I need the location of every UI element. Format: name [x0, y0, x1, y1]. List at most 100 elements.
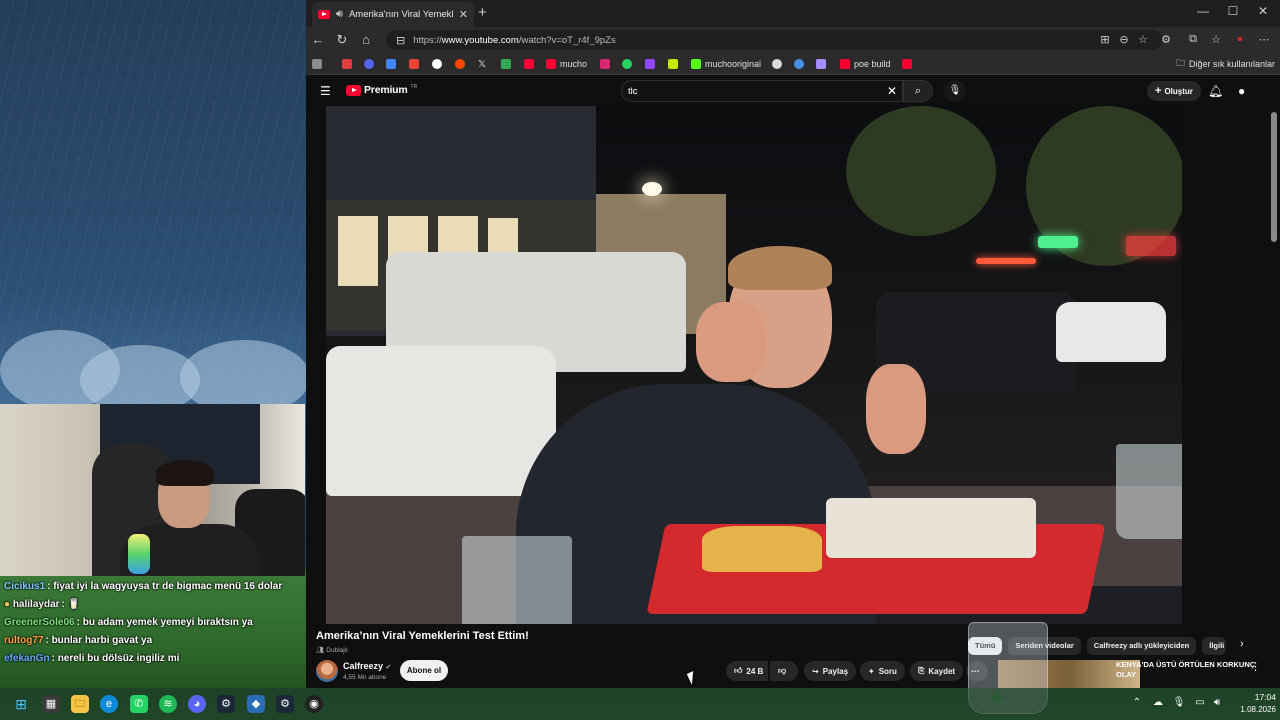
street-lamp	[642, 182, 662, 196]
profile-icon[interactable]: ●	[1233, 33, 1247, 45]
steam-icon[interactable]: ⚙	[276, 695, 294, 713]
app-icon[interactable]: ⊞	[1098, 33, 1112, 46]
whatsapp-icon[interactable]: ✆	[130, 695, 148, 713]
windows-start-icon[interactable]: ⊞	[12, 695, 30, 713]
white-car	[1056, 302, 1166, 362]
rgb-lamp	[128, 534, 150, 574]
bookmark-item[interactable]	[902, 56, 912, 72]
chevron-right-icon[interactable]: ›	[1240, 638, 1244, 650]
clock-time[interactable]: 17:04	[1236, 692, 1276, 702]
page-scrollbar[interactable]	[1268, 106, 1280, 624]
cloud-icon[interactable]: ☁	[1151, 697, 1165, 708]
bookmark-18-icon	[816, 59, 826, 69]
bookmark-item[interactable]	[600, 56, 610, 72]
bookmark-16-icon	[772, 59, 782, 69]
close-window-icon[interactable]: ✕	[1248, 4, 1278, 18]
youtube-icon	[546, 59, 556, 69]
edge-icon[interactable]: e	[100, 695, 118, 713]
battery-icon[interactable]: ▭	[1193, 697, 1207, 708]
back-icon[interactable]: ←	[309, 32, 327, 47]
steam-icon[interactable]: ⚙	[217, 695, 235, 713]
url-field[interactable]: ⊟ https://www.youtube.com/watch?v=oT_r4f…	[386, 30, 1162, 50]
bookmark-item[interactable]	[816, 56, 826, 72]
bookmark-muchooriginal[interactable]: muchooriginal	[691, 56, 761, 72]
video-player[interactable]	[326, 106, 1182, 624]
bookmark-item[interactable]	[409, 56, 419, 72]
save-button[interactable]: ⎘ Kaydet	[910, 661, 964, 681]
refresh-icon[interactable]: ↻	[333, 32, 351, 48]
bookmark-14-icon	[668, 59, 678, 69]
bookmark-poe-build[interactable]: poe build	[840, 56, 891, 72]
bookmark-item[interactable]	[432, 56, 442, 72]
spotify-icon[interactable]: ≋	[159, 695, 177, 713]
bookmark-item[interactable]: 𝕏	[478, 56, 486, 72]
youtube-premium-logo[interactable]: Premium TR	[346, 84, 417, 96]
bookmark-item[interactable]	[622, 56, 632, 72]
address-bar: ← ↻ ⌂ ⊟ https://www.youtube.com/watch?v=…	[306, 27, 1280, 53]
maximize-icon[interactable]: ☐	[1218, 4, 1248, 18]
scrollbar-thumb[interactable]	[1271, 112, 1277, 242]
voice-search-button[interactable]: 🎙︎	[944, 80, 966, 102]
thumbs-down-icon: 👎︎	[778, 666, 787, 675]
subscribe-button[interactable]: Abone ol	[400, 660, 448, 681]
bookmark-item[interactable]	[794, 56, 804, 72]
chip-related[interactable]: İlgili	[1202, 637, 1227, 655]
bookmark-item[interactable]	[312, 56, 322, 72]
recommended-video-title[interactable]: KENYA'DA ÜSTÜ ÖRTÜLEN KORKUNÇ OLAY	[1116, 660, 1256, 680]
site-info-icon[interactable]: ⊟	[396, 34, 405, 47]
bookmark-item[interactable]	[772, 56, 782, 72]
ask-button[interactable]: ✦ Soru	[860, 661, 905, 681]
file-explorer-icon[interactable]: 🗀	[71, 695, 89, 713]
volume-icon[interactable]: 🔊︎	[1210, 697, 1224, 708]
minimize-icon[interactable]: —	[1188, 4, 1218, 18]
app-icon[interactable]: ◆	[247, 695, 265, 713]
new-tab-icon[interactable]: +	[478, 4, 487, 21]
create-button[interactable]: + Oluştur	[1147, 81, 1201, 101]
search-button[interactable]: ⌕	[903, 80, 933, 102]
bookmark-item[interactable]	[524, 56, 534, 72]
discord-icon	[364, 59, 374, 69]
account-avatar-icon[interactable]: ●	[1238, 84, 1245, 98]
chip-uploader[interactable]: Calfreezy adlı yükleyiciden	[1086, 637, 1197, 655]
calculator-icon[interactable]: ▦	[42, 695, 60, 713]
other-bookmarks[interactable]: 🗀 Diğer sık kullanılanlar	[1176, 56, 1275, 72]
menu-icon[interactable]: ⋯	[1257, 33, 1271, 46]
channel-avatar[interactable]	[316, 660, 338, 682]
bookmark-mucho[interactable]: mucho	[546, 56, 587, 72]
notifications-bell-icon[interactable]: 🔔︎	[1208, 84, 1223, 98]
bookmark-item[interactable]	[342, 56, 352, 72]
share-button[interactable]: ↪ Paylaş	[804, 661, 857, 681]
zoom-icon[interactable]: ⊖	[1117, 33, 1131, 46]
chevron-up-icon[interactable]: ⌃	[1130, 697, 1144, 708]
split-screen-icon[interactable]: ⧉	[1186, 33, 1200, 46]
hamburger-menu-icon[interactable]: ☰	[320, 84, 331, 98]
favorites-icon[interactable]: ☆	[1209, 33, 1223, 46]
microphone-icon[interactable]: 🎙︎	[1172, 697, 1186, 708]
home-icon[interactable]: ⌂	[357, 32, 375, 47]
close-tab-icon[interactable]: ✕	[459, 8, 468, 21]
translate-icon	[386, 59, 396, 69]
chat-text: 🥛	[67, 599, 81, 610]
speaker-icon[interactable]: 🔊︎	[336, 8, 343, 21]
clock-date[interactable]: 1.08.2026	[1226, 705, 1276, 714]
discord-icon[interactable]: ◕	[188, 695, 206, 713]
chat-message: ● halilaydar: 🥛	[4, 599, 81, 610]
dislike-button[interactable]: 👎︎	[770, 661, 798, 681]
bookmark-item[interactable]	[501, 56, 511, 72]
star-icon[interactable]: ☆	[1136, 33, 1150, 46]
recommendation-menu-icon[interactable]: ⋮	[1250, 660, 1261, 673]
bookmark-item[interactable]	[386, 56, 396, 72]
search-input[interactable]: tlc ✕	[621, 80, 903, 102]
neon-sign	[1126, 236, 1176, 256]
bookmark-item[interactable]	[455, 56, 465, 72]
channel-name[interactable]: Calfreezy ✔	[343, 661, 391, 671]
reddit-icon	[455, 59, 465, 69]
bookmark-item[interactable]	[668, 56, 678, 72]
obs-icon[interactable]: ◉	[305, 695, 323, 713]
browser-tab[interactable]: 🔊︎ Amerika'nın Viral Yemeklerini Test Et…	[312, 2, 474, 27]
clear-search-icon[interactable]: ✕	[882, 84, 902, 98]
extensions-icon[interactable]: ⚙	[1159, 33, 1173, 46]
bookmark-item[interactable]	[364, 56, 374, 72]
bookmark-item[interactable]	[645, 56, 655, 72]
like-button[interactable]: 👍︎ 24 B	[726, 661, 768, 681]
